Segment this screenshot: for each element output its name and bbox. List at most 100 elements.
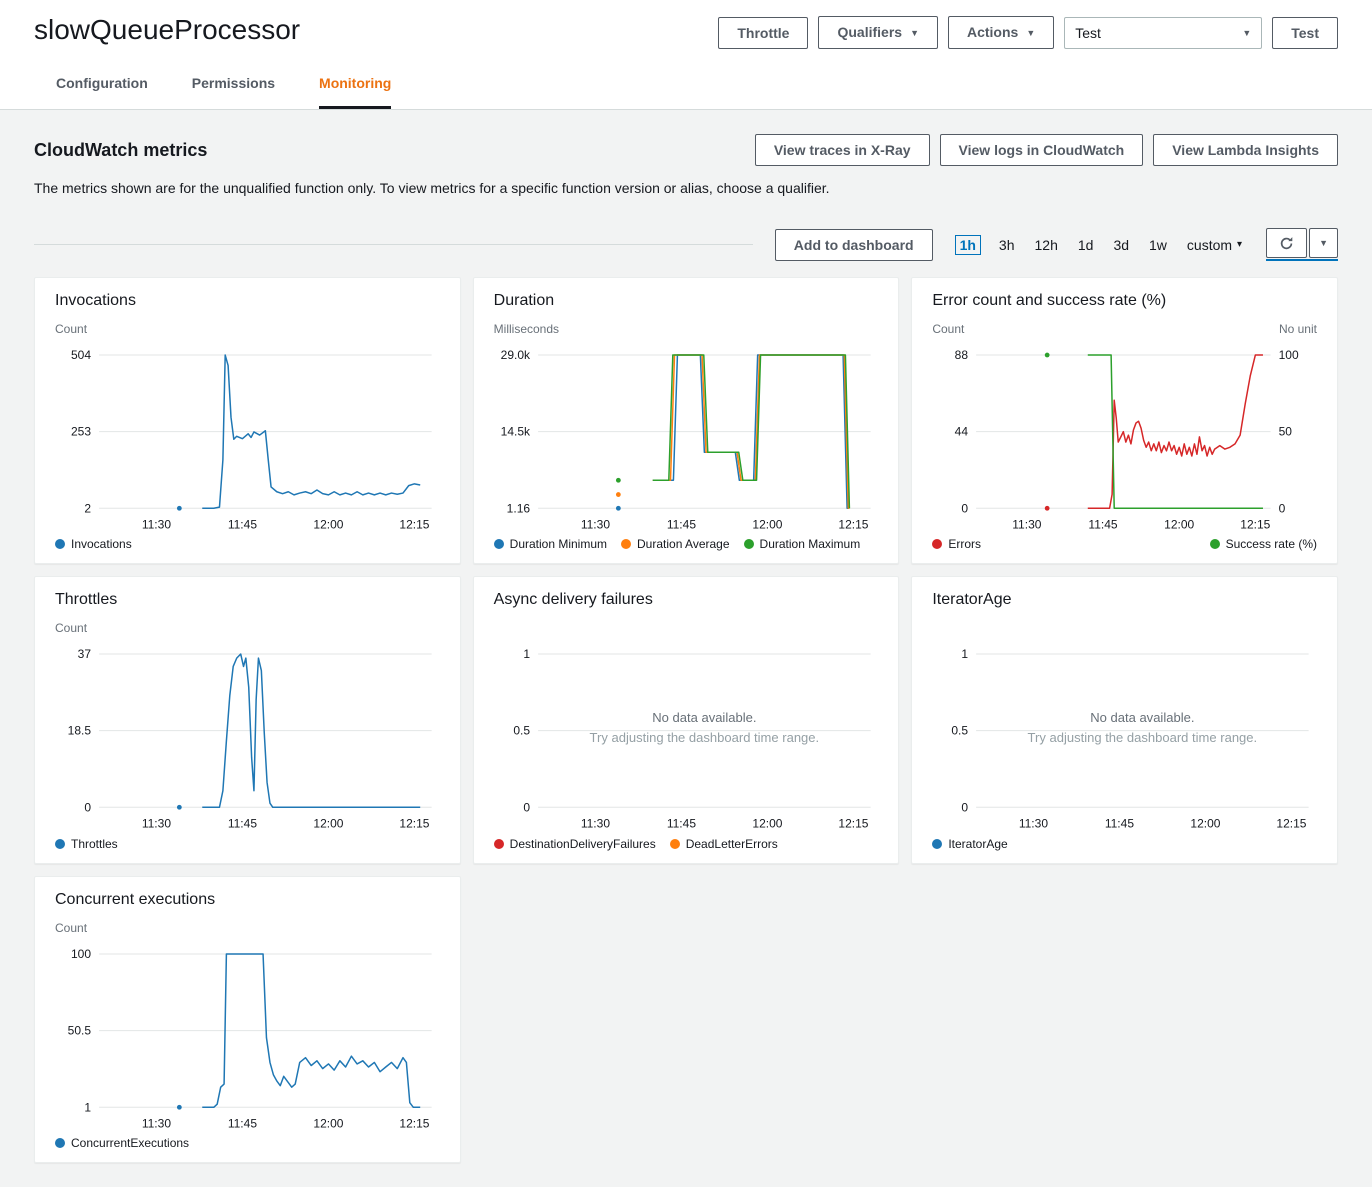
legend-label: IteratorAge xyxy=(948,837,1007,851)
range-12h[interactable]: 12h xyxy=(1033,235,1060,255)
refresh-options-button[interactable]: ▼ xyxy=(1309,228,1338,258)
divider xyxy=(34,244,753,245)
metrics-buttons: View traces in X-Ray View logs in CloudW… xyxy=(755,134,1338,166)
chart-card-concurrent-executions: Concurrent executions Count 10050.5111:3… xyxy=(34,876,461,1163)
legend-item[interactable]: ConcurrentExecutions xyxy=(55,1136,189,1150)
y-tick-label: 37 xyxy=(78,647,92,661)
x-tick-label: 12:00 xyxy=(313,1116,343,1130)
legend-item[interactable]: DestinationDeliveryFailures xyxy=(494,837,656,851)
chart-title: Throttles xyxy=(55,591,440,609)
data-point-dot xyxy=(616,478,621,483)
range-1d[interactable]: 1d xyxy=(1076,235,1096,255)
legend-item[interactable]: IteratorAge xyxy=(932,837,1007,851)
chart-legend: ConcurrentExecutions xyxy=(55,1136,440,1150)
y-tick-label: 100 xyxy=(71,947,91,961)
right-y-tick-label: 0 xyxy=(1279,501,1286,515)
x-tick-label: 11:30 xyxy=(142,817,171,831)
legend-item[interactable]: DeadLetterErrors xyxy=(670,837,778,851)
left-axis-unit: Milliseconds xyxy=(494,322,559,337)
view-logs-cloudwatch-button[interactable]: View logs in CloudWatch xyxy=(940,134,1144,166)
legend-label: DeadLetterErrors xyxy=(686,837,778,851)
y-tick-label: 0 xyxy=(523,801,530,815)
data-point-dot xyxy=(1045,353,1050,358)
legend-color-dot xyxy=(670,839,680,849)
chart-card-iteratorage: IteratorAge 10.5011:3011:4512:0012:15No … xyxy=(911,576,1338,863)
x-tick-label: 12:00 xyxy=(313,817,343,831)
metrics-toolbar: Add to dashboard 1h 3h 12h 1d 3d 1w cust… xyxy=(34,228,1338,261)
test-event-select[interactable]: Test▼ xyxy=(1064,17,1262,49)
test-button[interactable]: Test xyxy=(1272,17,1338,49)
y-tick-label: 50.5 xyxy=(68,1023,92,1037)
refresh-button[interactable] xyxy=(1266,228,1307,258)
legend-color-dot xyxy=(621,539,631,549)
legend-color-dot xyxy=(744,539,754,549)
function-title: slowQueueProcessor xyxy=(34,14,300,46)
y-tick-label: 2 xyxy=(84,501,91,515)
x-tick-label: 12:15 xyxy=(399,517,429,531)
tab-monitoring[interactable]: Monitoring xyxy=(319,75,391,109)
left-axis-unit: Count xyxy=(55,921,87,936)
data-point-dot xyxy=(616,492,621,497)
y-tick-label: 1 xyxy=(962,647,969,661)
legend-item[interactable]: Duration Minimum xyxy=(494,537,607,551)
header-actions: Throttle Qualifiers▼ Actions▼ Test▼ Test xyxy=(718,14,1338,49)
legend-item[interactable]: Duration Maximum xyxy=(744,537,861,551)
qualifiers-label: Qualifiers xyxy=(837,24,902,40)
legend-label: ConcurrentExecutions xyxy=(71,1136,189,1150)
legend-label: Throttles xyxy=(71,837,118,851)
y-tick-label: 0.5 xyxy=(513,724,530,738)
legend-color-dot xyxy=(55,839,65,849)
x-tick-label: 12:00 xyxy=(1191,817,1221,831)
add-to-dashboard-button[interactable]: Add to dashboard xyxy=(775,229,933,261)
legend-color-dot xyxy=(1210,539,1220,549)
legend-label: Duration Maximum xyxy=(760,537,861,551)
qualifiers-button[interactable]: Qualifiers▼ xyxy=(818,16,938,49)
x-tick-label: 12:15 xyxy=(1241,517,1271,531)
range-3h[interactable]: 3h xyxy=(997,235,1017,255)
x-tick-label: 12:15 xyxy=(1277,817,1307,831)
range-1h[interactable]: 1h xyxy=(955,235,981,255)
legend-item[interactable]: Errors xyxy=(932,537,981,551)
x-tick-label: 11:45 xyxy=(1089,517,1118,531)
legend-item[interactable]: Duration Average xyxy=(621,537,730,551)
y-tick-label: 1 xyxy=(84,1100,91,1114)
x-tick-label: 11:45 xyxy=(666,517,695,531)
x-tick-label: 12:15 xyxy=(399,1116,429,1130)
no-data-message: No data available. xyxy=(652,710,756,725)
tab-permissions[interactable]: Permissions xyxy=(192,75,275,109)
actions-button[interactable]: Actions▼ xyxy=(948,16,1054,49)
view-lambda-insights-button[interactable]: View Lambda Insights xyxy=(1153,134,1338,166)
y-tick-label: 504 xyxy=(71,348,91,362)
y-tick-label: 1.16 xyxy=(506,501,530,515)
duration-chart: 29.0k14.5k1.1611:3011:4512:0012:15 xyxy=(494,339,879,535)
left-axis-unit: Count xyxy=(55,322,87,337)
monitoring-content: CloudWatch metrics View traces in X-Ray … xyxy=(0,110,1372,1187)
legend-item[interactable]: Invocations xyxy=(55,537,132,551)
tab-configuration[interactable]: Configuration xyxy=(56,75,148,109)
legend-item[interactable]: Success rate (%) xyxy=(1210,537,1317,551)
view-traces-xray-button[interactable]: View traces in X-Ray xyxy=(755,134,930,166)
throttle-button[interactable]: Throttle xyxy=(718,17,808,49)
error-success-chart: 8844010050011:3011:4512:0012:15 xyxy=(932,339,1317,535)
throttles-chart: 3718.5011:3011:4512:0012:15 xyxy=(55,638,440,834)
data-point-dot xyxy=(177,1105,182,1110)
legend-color-dot xyxy=(932,539,942,549)
data-point-dot xyxy=(616,506,621,511)
range-custom[interactable]: custom▾ xyxy=(1185,235,1244,255)
y-tick-label: 88 xyxy=(955,348,969,362)
range-1w[interactable]: 1w xyxy=(1147,235,1169,255)
data-point-dot xyxy=(177,506,182,511)
chart-card-invocations: Invocations Count 504253211:3011:4512:00… xyxy=(34,277,461,564)
chart-legend: Duration Minimum Duration Average Duration… xyxy=(494,537,879,551)
chart-title: Invocations xyxy=(55,292,440,310)
custom-range-label: custom xyxy=(1187,237,1232,253)
y-tick-label: 1 xyxy=(523,647,530,661)
refresh-control: ▼ xyxy=(1266,228,1338,261)
x-tick-label: 11:30 xyxy=(1019,817,1048,831)
legend-item[interactable]: Throttles xyxy=(55,837,118,851)
range-3d[interactable]: 3d xyxy=(1111,235,1131,255)
legend-label: Duration Minimum xyxy=(510,537,607,551)
x-tick-label: 11:30 xyxy=(142,517,171,531)
legend-label: Duration Average xyxy=(637,537,730,551)
left-axis-unit: Count xyxy=(55,621,87,636)
